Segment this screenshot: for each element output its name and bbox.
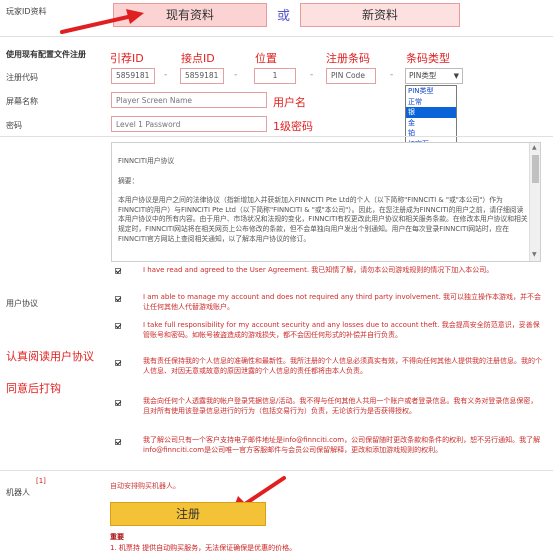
terms-summary-label: 摘要： <box>118 176 139 185</box>
arrow-annotation-icon <box>60 9 144 34</box>
divider <box>0 136 553 137</box>
scroll-up-icon[interactable]: ▲ <box>532 144 537 151</box>
annotation-code-type: 条码类型 <box>406 52 450 65</box>
robot-label: 机器人 <box>6 488 30 497</box>
dropdown-option[interactable]: 正常 <box>406 97 456 108</box>
dropdown-option-selected[interactable]: 银 <box>406 107 456 118</box>
position-input[interactable]: 1 <box>254 68 296 84</box>
user-agreement-textbox[interactable]: FINNCITI用户协议 摘要： 本用户协议是用户之间的法律协议（指新增加入并获… <box>111 142 541 262</box>
annotation-referral-id: 引荐ID <box>110 52 144 65</box>
dropdown-option[interactable]: PIN类型 <box>406 86 456 97</box>
user-agreement-label: 用户协议 <box>6 299 38 308</box>
dash-separator: - <box>310 70 314 80</box>
notice-title: 重要 <box>110 533 124 541</box>
annotation-username: 用户名 <box>273 96 306 109</box>
agreement-text-5: 我会向任何个人透露我的帐户登录凭据信息/活动。我不得与任何其他人共用一个账户或者… <box>143 397 538 415</box>
dash-separator: - <box>390 70 394 80</box>
register-button[interactable]: 注册 <box>110 502 266 526</box>
agreement-text-1: I have read and agreed to the User Agree… <box>143 266 494 274</box>
player-id-label: 玩家ID资料 <box>6 7 47 16</box>
screen-name-input[interactable] <box>111 92 267 108</box>
robot-description: 自动安排购买机器人。 <box>110 482 180 490</box>
annotation-check-after-agree: 同意后打钩 <box>6 382 61 395</box>
agreement-checkbox-2[interactable] <box>115 296 121 302</box>
agreement-text-4: 我有责任保持我的个人信息的准确性和最新性。我所注册的个人信息必须真实有效，不得向… <box>143 357 542 375</box>
agreement-text-6: 我了解公司只有一个客户支持电子邮件地址是info@finnciti.com，公司… <box>143 436 541 454</box>
agreement-checkbox-6[interactable] <box>115 439 121 445</box>
annotation-node-id: 接点ID <box>181 52 215 65</box>
terms-title: FINNCITI用户协议 <box>118 157 175 165</box>
terms-scrollbar[interactable]: ▲ ▼ <box>529 143 540 261</box>
password-label: 密码 <box>6 121 22 130</box>
reg-code-label: 注册代码 <box>6 73 38 82</box>
notice-line-1: 1. 机票持 提供自动购买服务，无法保证确保是优惠的价格。 <box>110 544 297 552</box>
agreement-text-3: I take full responsibility for my accoun… <box>143 321 540 339</box>
annotation-read-agreement: 认真阅读用户协议 <box>6 350 94 363</box>
node-id-input[interactable]: 5859181 <box>180 68 224 84</box>
terms-body: 本用户协议是用户之间的法律协议（指新增加入并获新加入FINNCITI Pte L… <box>118 196 528 243</box>
annotation-reg-code: 注册条码 <box>326 52 370 65</box>
agreement-checkbox-1[interactable] <box>115 268 121 274</box>
annotation-position: 位置 <box>255 52 277 65</box>
agreement-checkbox-5[interactable] <box>115 400 121 406</box>
pin-code-input[interactable]: PIN Code <box>326 68 376 84</box>
robot-footnote: [1] <box>36 477 46 485</box>
agreement-text-2: I am able to manage my account and does … <box>143 293 542 311</box>
annotation-password: 1级密码 <box>273 120 313 133</box>
dropdown-option[interactable]: 金 <box>406 118 456 129</box>
section-title: 使用现有配置文件注册 <box>6 50 86 59</box>
pin-type-select[interactable]: PIN类型 ▼ <box>405 68 463 84</box>
agreement-checkbox-3[interactable] <box>115 323 121 329</box>
dash-separator: - <box>234 70 238 80</box>
new-profile-button[interactable]: 新资料 <box>300 3 460 27</box>
password-input[interactable] <box>111 116 267 132</box>
referral-id-input[interactable]: 5859181 <box>111 68 155 84</box>
divider <box>0 36 553 37</box>
scroll-thumb[interactable] <box>532 155 539 183</box>
screen-name-label: 屏幕名称 <box>6 97 38 106</box>
or-text: 或 <box>277 9 291 24</box>
divider <box>0 470 553 471</box>
pin-type-selected: PIN类型 <box>409 71 437 80</box>
dash-separator: - <box>164 70 168 80</box>
scroll-down-icon[interactable]: ▼ <box>532 251 537 258</box>
agreement-checkbox-4[interactable] <box>115 360 121 366</box>
chevron-down-icon: ▼ <box>453 72 459 80</box>
